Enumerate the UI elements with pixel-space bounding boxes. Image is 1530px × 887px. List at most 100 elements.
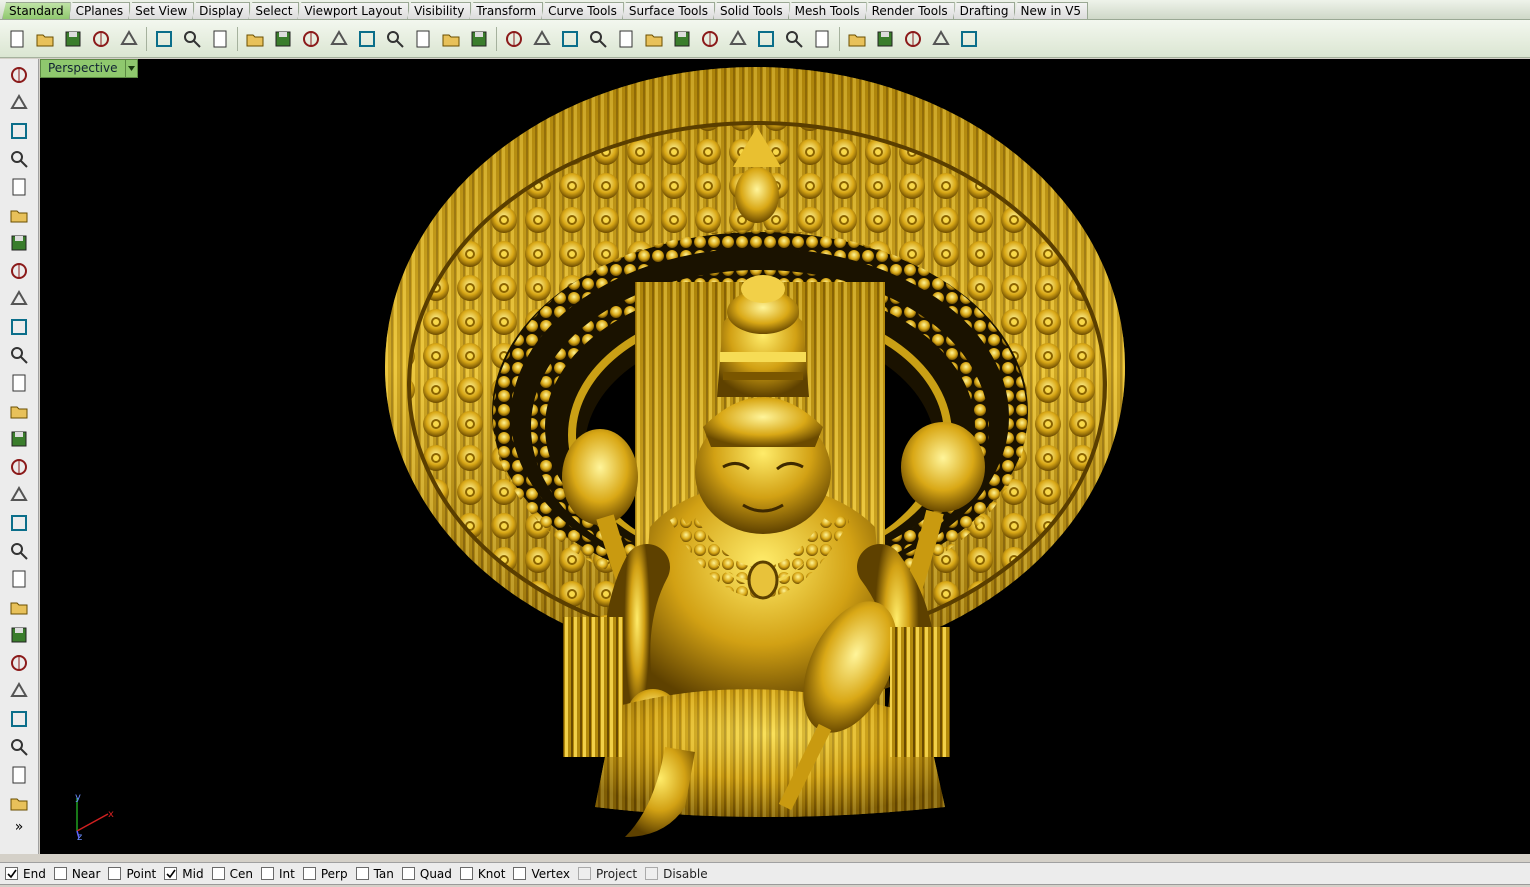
pan-hand-icon[interactable] bbox=[269, 25, 296, 52]
select-filter-icon[interactable] bbox=[843, 25, 870, 52]
osnap-end[interactable]: End bbox=[5, 867, 46, 881]
gold-deity-3d-model[interactable] bbox=[385, 67, 1130, 837]
osnap-checkbox[interactable] bbox=[164, 867, 178, 880]
rectangle-icon[interactable] bbox=[5, 257, 33, 285]
osnap-tan[interactable]: Tan bbox=[355, 867, 394, 881]
tab-set-view[interactable]: Set View bbox=[128, 2, 195, 19]
tab-display[interactable]: Display bbox=[192, 2, 251, 19]
lock-icon[interactable] bbox=[640, 25, 667, 52]
viewport-title-tab[interactable]: Perspective bbox=[40, 59, 138, 78]
car-icon[interactable] bbox=[500, 25, 527, 52]
point-icon[interactable] bbox=[5, 89, 33, 117]
osnap-checkbox[interactable] bbox=[645, 867, 659, 880]
group-icon[interactable] bbox=[5, 649, 33, 677]
tab-new-in-v5[interactable]: New in V5 bbox=[1013, 2, 1089, 19]
polyline-icon[interactable] bbox=[5, 117, 33, 145]
layer-icon[interactable] bbox=[584, 25, 611, 52]
dimension-icon[interactable] bbox=[5, 565, 33, 593]
osnap-checkbox[interactable] bbox=[211, 867, 225, 880]
curve-icon[interactable] bbox=[5, 145, 33, 173]
osnap-project[interactable]: Project bbox=[578, 867, 637, 881]
osnap-perp[interactable]: Perp bbox=[302, 867, 348, 881]
tab-select[interactable]: Select bbox=[248, 2, 300, 19]
osnap-int[interactable]: Int bbox=[260, 867, 295, 881]
osnap-checkbox[interactable] bbox=[5, 867, 18, 880]
color-wheel-icon[interactable] bbox=[696, 25, 723, 52]
cut-icon[interactable] bbox=[150, 25, 177, 52]
box-solid-icon[interactable] bbox=[5, 397, 33, 425]
osnap-mid[interactable]: Mid bbox=[164, 867, 204, 881]
osnap-point[interactable]: Point bbox=[108, 867, 156, 881]
select-arrow-icon[interactable] bbox=[5, 61, 33, 89]
osnap-checkbox[interactable] bbox=[260, 867, 274, 880]
tab-transform[interactable]: Transform bbox=[469, 2, 544, 19]
osnap-disable[interactable]: Disable bbox=[645, 867, 708, 881]
zoom-extents-icon[interactable] bbox=[381, 25, 408, 52]
viewport-menu-dropdown-icon[interactable] bbox=[125, 59, 138, 78]
paste-icon[interactable] bbox=[206, 25, 233, 52]
rotate-view-icon[interactable] bbox=[297, 25, 324, 52]
tab-standard[interactable]: Standard bbox=[2, 2, 71, 19]
dimension-arrow-icon[interactable] bbox=[5, 593, 33, 621]
boolean-icon[interactable] bbox=[5, 425, 33, 453]
open-folder-icon[interactable] bbox=[31, 25, 58, 52]
curve-from-surface-icon[interactable] bbox=[5, 677, 33, 705]
more-tools-chevron[interactable]: » bbox=[15, 819, 24, 835]
tab-visibility[interactable]: Visibility bbox=[407, 2, 472, 19]
fillet-curve-icon[interactable] bbox=[5, 313, 33, 341]
four-viewports-icon[interactable] bbox=[465, 25, 492, 52]
options-gear-icon[interactable] bbox=[871, 25, 898, 52]
help-icon[interactable] bbox=[927, 25, 954, 52]
tab-mesh-tools[interactable]: Mesh Tools bbox=[787, 2, 867, 19]
osnap-near[interactable]: Near bbox=[53, 867, 100, 881]
circle-icon[interactable] bbox=[5, 173, 33, 201]
print-icon[interactable] bbox=[87, 25, 114, 52]
osnap-quad[interactable]: Quad bbox=[401, 867, 452, 881]
osnap-checkbox[interactable] bbox=[513, 867, 527, 880]
gear-settings-icon[interactable] bbox=[5, 509, 33, 537]
polygon-icon[interactable] bbox=[5, 285, 33, 313]
osnap-checkbox[interactable] bbox=[401, 867, 415, 880]
zoom-selected-icon[interactable] bbox=[409, 25, 436, 52]
rendered-sphere-icon[interactable] bbox=[780, 25, 807, 52]
lightbulb-icon[interactable] bbox=[612, 25, 639, 52]
osnap-knot[interactable]: Knot bbox=[459, 867, 505, 881]
tab-drafting[interactable]: Drafting bbox=[952, 2, 1016, 19]
viewport-title[interactable]: Perspective bbox=[40, 59, 126, 78]
new-file-icon[interactable] bbox=[3, 25, 30, 52]
material-sphere-icon[interactable] bbox=[808, 25, 835, 52]
zoom-dynamic-icon[interactable] bbox=[325, 25, 352, 52]
tab-solid-tools[interactable]: Solid Tools bbox=[712, 2, 790, 19]
properties-icon[interactable] bbox=[668, 25, 695, 52]
tab-viewport-layout[interactable]: Viewport Layout bbox=[297, 2, 410, 19]
mesh-surface-icon[interactable] bbox=[5, 481, 33, 509]
hint-icon[interactable] bbox=[955, 25, 982, 52]
snap-grid-icon[interactable] bbox=[899, 25, 926, 52]
control-points-icon[interactable] bbox=[5, 761, 33, 789]
osnap-checkbox[interactable] bbox=[355, 867, 369, 880]
osnap-vertex[interactable]: Vertex bbox=[513, 867, 570, 881]
shaded-sphere-icon[interactable] bbox=[752, 25, 779, 52]
show-objects-icon[interactable] bbox=[556, 25, 583, 52]
osnap-cen[interactable]: Cen bbox=[211, 867, 253, 881]
tab-curve-tools[interactable]: Curve Tools bbox=[541, 2, 624, 19]
surface-edit-icon[interactable] bbox=[5, 341, 33, 369]
perspective-viewport[interactable]: Perspective y x z bbox=[40, 59, 1530, 854]
surface-patch-icon[interactable] bbox=[5, 369, 33, 397]
tab-render-tools[interactable]: Render Tools bbox=[864, 2, 955, 19]
tab-cplanes[interactable]: CPlanes bbox=[68, 2, 131, 19]
osnap-checkbox[interactable] bbox=[459, 867, 473, 880]
ellipse-icon[interactable] bbox=[5, 201, 33, 229]
osnap-checkbox[interactable] bbox=[108, 867, 122, 880]
save-icon[interactable] bbox=[59, 25, 86, 52]
undo-icon[interactable] bbox=[241, 25, 268, 52]
arc-icon[interactable] bbox=[5, 229, 33, 257]
hide-objects-icon[interactable] bbox=[528, 25, 555, 52]
zoom-window-icon[interactable] bbox=[353, 25, 380, 52]
transform-icon[interactable] bbox=[5, 537, 33, 565]
extract-icon[interactable] bbox=[5, 705, 33, 733]
import-icon[interactable] bbox=[115, 25, 142, 52]
undo-view-icon[interactable] bbox=[437, 25, 464, 52]
text-icon[interactable] bbox=[5, 733, 33, 761]
osnap-checkbox[interactable] bbox=[578, 867, 592, 880]
